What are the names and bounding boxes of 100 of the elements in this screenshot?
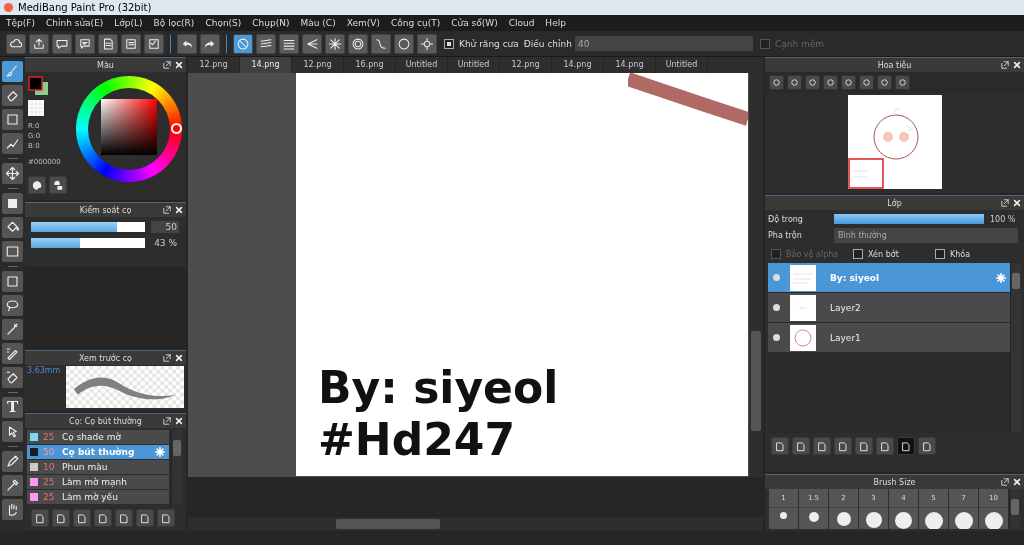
horizontal-scrollbar[interactable] (188, 517, 763, 531)
undock-icon[interactable] (163, 417, 171, 425)
undock-icon[interactable] (163, 61, 171, 69)
color-swatches-icon[interactable] (28, 76, 50, 96)
cloud-button[interactable] (6, 33, 26, 54)
tool-button[interactable] (2, 85, 23, 106)
upload-button[interactable] (29, 33, 49, 54)
tool-button[interactable] (2, 475, 23, 496)
undock-icon[interactable] (1001, 199, 1009, 207)
undock-icon[interactable] (163, 354, 171, 362)
tool-button[interactable] (2, 295, 23, 316)
menu-item[interactable]: Tệp(F) (2, 18, 42, 28)
speech-bubble-button[interactable] (52, 33, 72, 54)
add-layer-button[interactable] (834, 437, 852, 455)
menu-item[interactable]: Bộ lọc(R) (149, 18, 202, 28)
layer-row[interactable]: Layer1 (768, 323, 1010, 353)
menu-item[interactable]: Chỉnh sửa(E) (41, 18, 111, 28)
color-settings-button[interactable] (49, 176, 67, 194)
copy-button[interactable] (876, 437, 894, 455)
horizontal-lines-button[interactable] (279, 33, 299, 54)
tool-button[interactable] (2, 109, 23, 130)
opacity-slider[interactable] (834, 214, 984, 224)
no-ruler-button[interactable] (233, 33, 253, 54)
gear-button[interactable] (417, 33, 437, 54)
new-page-button[interactable] (792, 437, 810, 455)
tool-button[interactable] (2, 343, 23, 364)
layer-option-checkbox[interactable] (935, 249, 945, 259)
merge-button[interactable] (897, 437, 915, 455)
scrollbar[interactable] (1009, 489, 1020, 529)
tool-button[interactable] (2, 241, 23, 262)
new-document-button[interactable] (52, 509, 70, 527)
close-icon[interactable] (175, 206, 183, 214)
add-layer-button[interactable] (73, 509, 91, 527)
brush-item[interactable]: 25 Làm mờ mạnh (27, 475, 169, 490)
tool-button[interactable] (2, 271, 23, 292)
visibility-icon[interactable] (773, 304, 780, 311)
tool-button[interactable] (2, 451, 23, 472)
script-button[interactable] (94, 509, 112, 527)
close-icon[interactable] (1013, 61, 1021, 69)
document-tab[interactable]: 14.png (240, 57, 292, 73)
scrollbar[interactable] (171, 430, 182, 505)
tool-button[interactable] (2, 61, 23, 82)
brush-item[interactable]: 10 Phun màu (27, 460, 169, 475)
menu-item[interactable]: Màu (C) (296, 18, 343, 28)
tool-button[interactable] (2, 421, 23, 442)
menu-item[interactable]: Lớp(L) (110, 18, 150, 28)
copy-button[interactable] (136, 509, 154, 527)
adjust-dropdown[interactable]: 40 (575, 36, 753, 51)
tool-button[interactable] (2, 319, 23, 340)
close-icon[interactable] (1013, 478, 1021, 486)
comment-button[interactable] (75, 33, 95, 54)
curve-button[interactable] (371, 33, 391, 54)
folder-button[interactable] (115, 509, 133, 527)
blend-mode-dropdown[interactable]: Bình thường (834, 228, 1018, 243)
brush-item[interactable]: 25 Cọ shade mờ (27, 430, 169, 445)
vertical-scrollbar[interactable] (749, 73, 763, 477)
brush-slider[interactable] (31, 238, 145, 248)
menu-item[interactable]: Công cụ(T) (386, 18, 448, 28)
checklist-button[interactable] (144, 33, 164, 54)
transparent-swatch-icon[interactable] (28, 100, 44, 116)
visibility-icon[interactable] (773, 334, 780, 341)
ellipse-button[interactable] (394, 33, 414, 54)
parallel-lines-button[interactable] (256, 33, 276, 54)
menu-item[interactable]: Cloud (504, 18, 542, 28)
redo-button[interactable] (200, 33, 220, 54)
drawing-canvas[interactable]: By: siyeol #Hd247 (296, 73, 748, 476)
new-document-button[interactable] (771, 437, 789, 455)
concentric-circles-button[interactable] (348, 33, 368, 54)
tool-button[interactable] (2, 133, 23, 154)
scrollbar[interactable] (1010, 263, 1021, 433)
undock-icon[interactable] (1001, 478, 1009, 486)
tool-button[interactable]: T (2, 397, 23, 418)
palette-button[interactable] (28, 176, 46, 194)
trash-button[interactable] (918, 437, 936, 455)
folder-button[interactable] (855, 437, 873, 455)
trash-button[interactable] (157, 509, 175, 527)
document-button[interactable] (98, 33, 118, 54)
menu-item[interactable]: Chụp(N) (248, 18, 297, 28)
radial-lines-button[interactable] (302, 33, 322, 54)
burst-button[interactable] (325, 33, 345, 54)
close-icon[interactable] (175, 354, 183, 362)
menu-item[interactable]: Xem(V) (342, 18, 387, 28)
tool-button[interactable] (2, 217, 23, 238)
menu-item[interactable]: Cửa sổ(W) (447, 18, 505, 28)
menu-item[interactable]: Chọn(S) (201, 18, 249, 28)
info-button[interactable] (813, 437, 831, 455)
undock-icon[interactable] (1001, 61, 1009, 69)
add-cloud-button[interactable] (31, 509, 49, 527)
close-icon[interactable] (175, 61, 183, 69)
undo-button[interactable] (177, 33, 197, 54)
close-icon[interactable] (175, 417, 183, 425)
antialias-checkbox[interactable] (444, 38, 454, 49)
menu-item[interactable]: Help (541, 18, 573, 28)
layer-option-checkbox[interactable] (853, 249, 863, 259)
tool-button[interactable] (2, 499, 23, 520)
layer-row[interactable]: Layer2 (768, 293, 1010, 323)
list-button[interactable] (121, 33, 141, 54)
tool-button[interactable] (2, 163, 23, 184)
brush-slider[interactable] (31, 222, 145, 232)
close-icon[interactable] (1013, 199, 1021, 207)
